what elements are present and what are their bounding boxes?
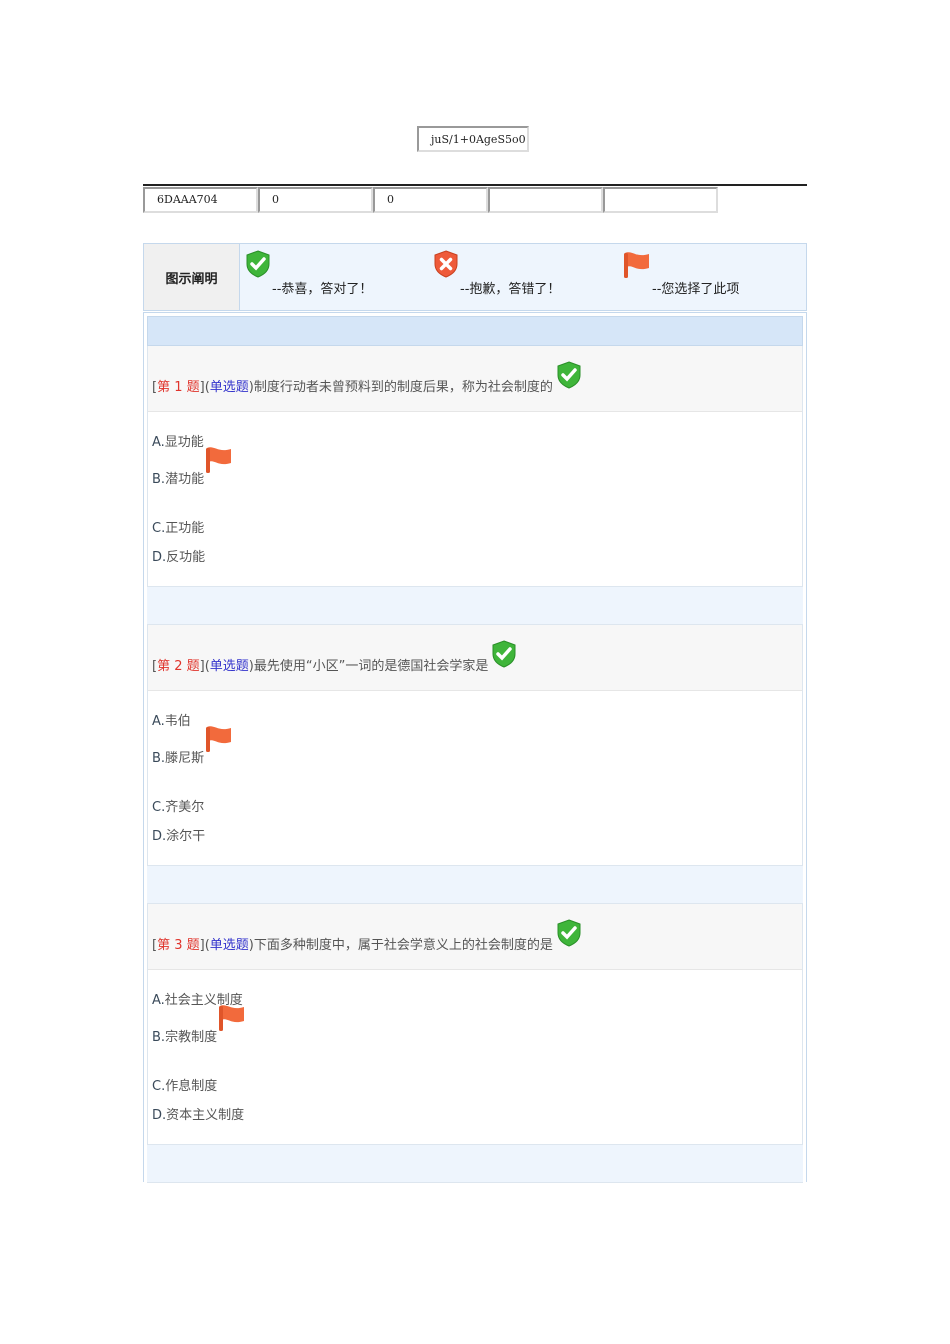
option-letter: D. <box>152 550 167 565</box>
legend-label: --恭喜，答对了！ <box>272 282 373 297</box>
option-letter: D. <box>152 829 167 844</box>
info-cell: 0 <box>373 187 488 213</box>
divider <box>143 184 807 186</box>
option-b[interactable]: B. 潜功能 <box>152 445 234 487</box>
option-letter: C. <box>152 1079 166 1094</box>
legend-label: --您选择了此项 <box>652 282 740 297</box>
option-letter: C. <box>152 800 166 815</box>
question-number: [第 1 题]( <box>152 376 210 395</box>
question-number: [第 2 题]( <box>152 655 210 674</box>
check-icon <box>555 361 583 389</box>
legend-title: 图示阐明 <box>144 244 240 310</box>
options: A. 韦伯 B. 滕尼斯 C. 齐美尔 D. 涂尔干 <box>148 691 802 865</box>
option-text: 正功能 <box>165 521 205 536</box>
info-cells: 6DAAA704 0 0 <box>143 187 718 213</box>
question-text-part: 第 2 题 <box>157 659 200 674</box>
question-text-part: ]( <box>199 380 210 395</box>
option-letter: C. <box>152 521 166 536</box>
option-text: 滕尼斯 <box>165 751 205 766</box>
options: A. 社会主义制度 B. 宗教制度 C. 作息制度 D. 资本主义制度 <box>148 970 802 1144</box>
option-text: 作息制度 <box>165 1079 218 1094</box>
option-text: 资本主义制度 <box>166 1108 245 1123</box>
option-letter: D. <box>152 1108 167 1123</box>
legend-label: --抱歉，答错了！ <box>460 282 561 297</box>
code-box: juS/1+0AgeS5o0 <box>417 126 529 152</box>
option-b[interactable]: B. 宗教制度 <box>152 1003 247 1045</box>
question: [第 1 题](单选题) 制度行动者未曾预料到的制度后果，称为社会制度的 A. 显… <box>147 346 803 587</box>
option-d[interactable]: D. 反功能 <box>152 546 205 565</box>
page: juS/1+0AgeS5o0 6DAAA704 0 0 图示阐明 --恭喜，答对… <box>0 0 950 1344</box>
option-c[interactable]: C. 作息制度 <box>152 1075 217 1094</box>
option-letter: B. <box>152 751 166 766</box>
question-spacer <box>147 1145 803 1183</box>
info-cell: 0 <box>258 187 373 213</box>
option-text: 齐美尔 <box>165 800 205 815</box>
option-letter: B. <box>152 472 166 487</box>
check-icon <box>244 250 272 278</box>
question-list: [第 1 题](单选题) 制度行动者未曾预料到的制度后果，称为社会制度的 A. 显… <box>143 312 807 1183</box>
legend-correct: --恭喜，答对了！ <box>244 250 372 297</box>
flag-icon <box>217 1003 247 1033</box>
question-type: 单选题 <box>209 938 249 953</box>
question-type: 单选题 <box>209 659 249 674</box>
question-text-part: ]( <box>199 659 210 674</box>
flag-icon <box>622 250 652 280</box>
question-title: [第 3 题](单选题) 下面多种制度中，属于社会学意义上的社会制度的是 <box>148 904 802 970</box>
option-text: 潜功能 <box>165 472 205 487</box>
legend-wrong: --抱歉，答错了！ <box>432 250 560 297</box>
question-title: [第 1 题](单选题) 制度行动者未曾预料到的制度后果，称为社会制度的 <box>148 346 802 412</box>
question-spacer <box>147 866 803 904</box>
header-band <box>147 316 803 346</box>
question-text-part: 第 1 题 <box>157 380 200 395</box>
info-cell <box>488 187 603 213</box>
legend: 图示阐明 --恭喜，答对了！ --抱歉，答错了！ --您选择了此项 <box>143 243 807 311</box>
check-icon <box>490 640 518 668</box>
question: [第 3 题](单选题) 下面多种制度中，属于社会学意义上的社会制度的是 A. 社会… <box>147 904 803 1145</box>
option-text: 反功能 <box>166 550 206 565</box>
cross-icon <box>432 250 460 278</box>
legend-selected: --您选择了此项 <box>622 250 739 297</box>
option-d[interactable]: D. 资本主义制度 <box>152 1104 244 1123</box>
option-c[interactable]: C. 齐美尔 <box>152 796 204 815</box>
question-spacer <box>147 587 803 625</box>
question-text-part: ]( <box>199 938 210 953</box>
info-cell <box>603 187 718 213</box>
question: [第 2 题](单选题) 最先使用“小区”一词的是德国社会学家是 A. 韦伯 B. 滕尼… <box>147 625 803 866</box>
question-text-part: 第 3 题 <box>157 938 200 953</box>
question-number: [第 3 题]( <box>152 934 210 953</box>
options: A. 显功能 B. 潜功能 C. 正功能 D. 反功能 <box>148 412 802 586</box>
check-icon <box>555 919 583 947</box>
question-text: 最先使用“小区”一词的是德国社会学家是 <box>253 659 489 674</box>
option-b[interactable]: B. 滕尼斯 <box>152 724 234 766</box>
question-type: 单选题 <box>209 380 249 395</box>
option-letter: B. <box>152 1030 166 1045</box>
flag-icon <box>204 724 234 754</box>
info-cell: 6DAAA704 <box>143 187 258 213</box>
question-title: [第 2 题](单选题) 最先使用“小区”一词的是德国社会学家是 <box>148 625 802 691</box>
question-text: 制度行动者未曾预料到的制度后果，称为社会制度的 <box>253 380 553 395</box>
option-text: 涂尔干 <box>166 829 206 844</box>
question-text: 下面多种制度中，属于社会学意义上的社会制度的是 <box>253 938 553 953</box>
option-text: 宗教制度 <box>165 1030 218 1045</box>
flag-icon <box>204 445 234 475</box>
option-c[interactable]: C. 正功能 <box>152 517 204 536</box>
option-d[interactable]: D. 涂尔干 <box>152 825 205 844</box>
